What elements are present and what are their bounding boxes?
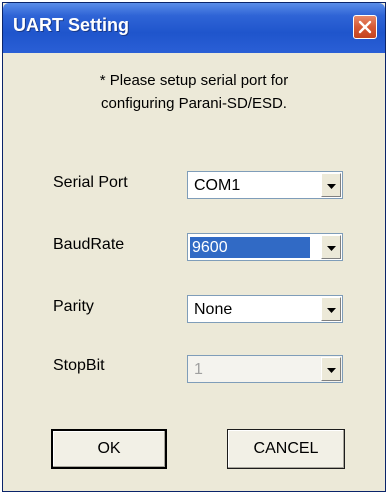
instruction-line-1: * Please setup serial port for xyxy=(99,72,289,89)
stop-bit-value: 1 xyxy=(194,361,203,378)
serial-port-value: COM1 xyxy=(194,177,241,194)
stop-bit-label: StopBit xyxy=(53,357,105,374)
uart-setting-dialog: UART Setting * Please setup serial port … xyxy=(2,2,386,492)
chevron-down-icon xyxy=(326,176,336,194)
serial-port-select[interactable]: COM1 xyxy=(187,171,343,199)
stop-bit-select[interactable]: 1 xyxy=(187,355,343,383)
chevron-down-icon xyxy=(326,300,336,318)
serial-port-dropdown-button[interactable] xyxy=(321,173,341,197)
dialog-body: * Please setup serial port for configuri… xyxy=(7,53,381,487)
title-bar[interactable]: UART Setting xyxy=(3,3,385,53)
parity-value: None xyxy=(194,301,233,318)
stop-bit-dropdown-button[interactable] xyxy=(321,357,341,381)
baud-rate-label: BaudRate xyxy=(53,236,125,253)
baud-rate-select[interactable]: 9600 xyxy=(187,233,343,261)
chevron-down-icon xyxy=(326,360,336,378)
baud-rate-value: 9600 xyxy=(190,237,310,258)
window-title: UART Setting xyxy=(13,15,129,35)
chevron-down-icon xyxy=(326,238,336,256)
parity-label: Parity xyxy=(53,298,94,315)
close-button[interactable] xyxy=(353,15,377,39)
parity-dropdown-button[interactable] xyxy=(321,297,341,321)
baud-rate-dropdown-button[interactable] xyxy=(321,235,341,259)
parity-select[interactable]: None xyxy=(187,295,343,323)
instruction-line-2: configuring Parani-SD/ESD. xyxy=(101,95,287,112)
instruction-note: * Please setup serial port for configuri… xyxy=(7,69,381,115)
ok-button[interactable]: OK xyxy=(51,429,167,469)
cancel-button[interactable]: CANCEL xyxy=(227,429,345,469)
serial-port-label: Serial Port xyxy=(53,174,128,191)
close-icon xyxy=(358,20,372,34)
